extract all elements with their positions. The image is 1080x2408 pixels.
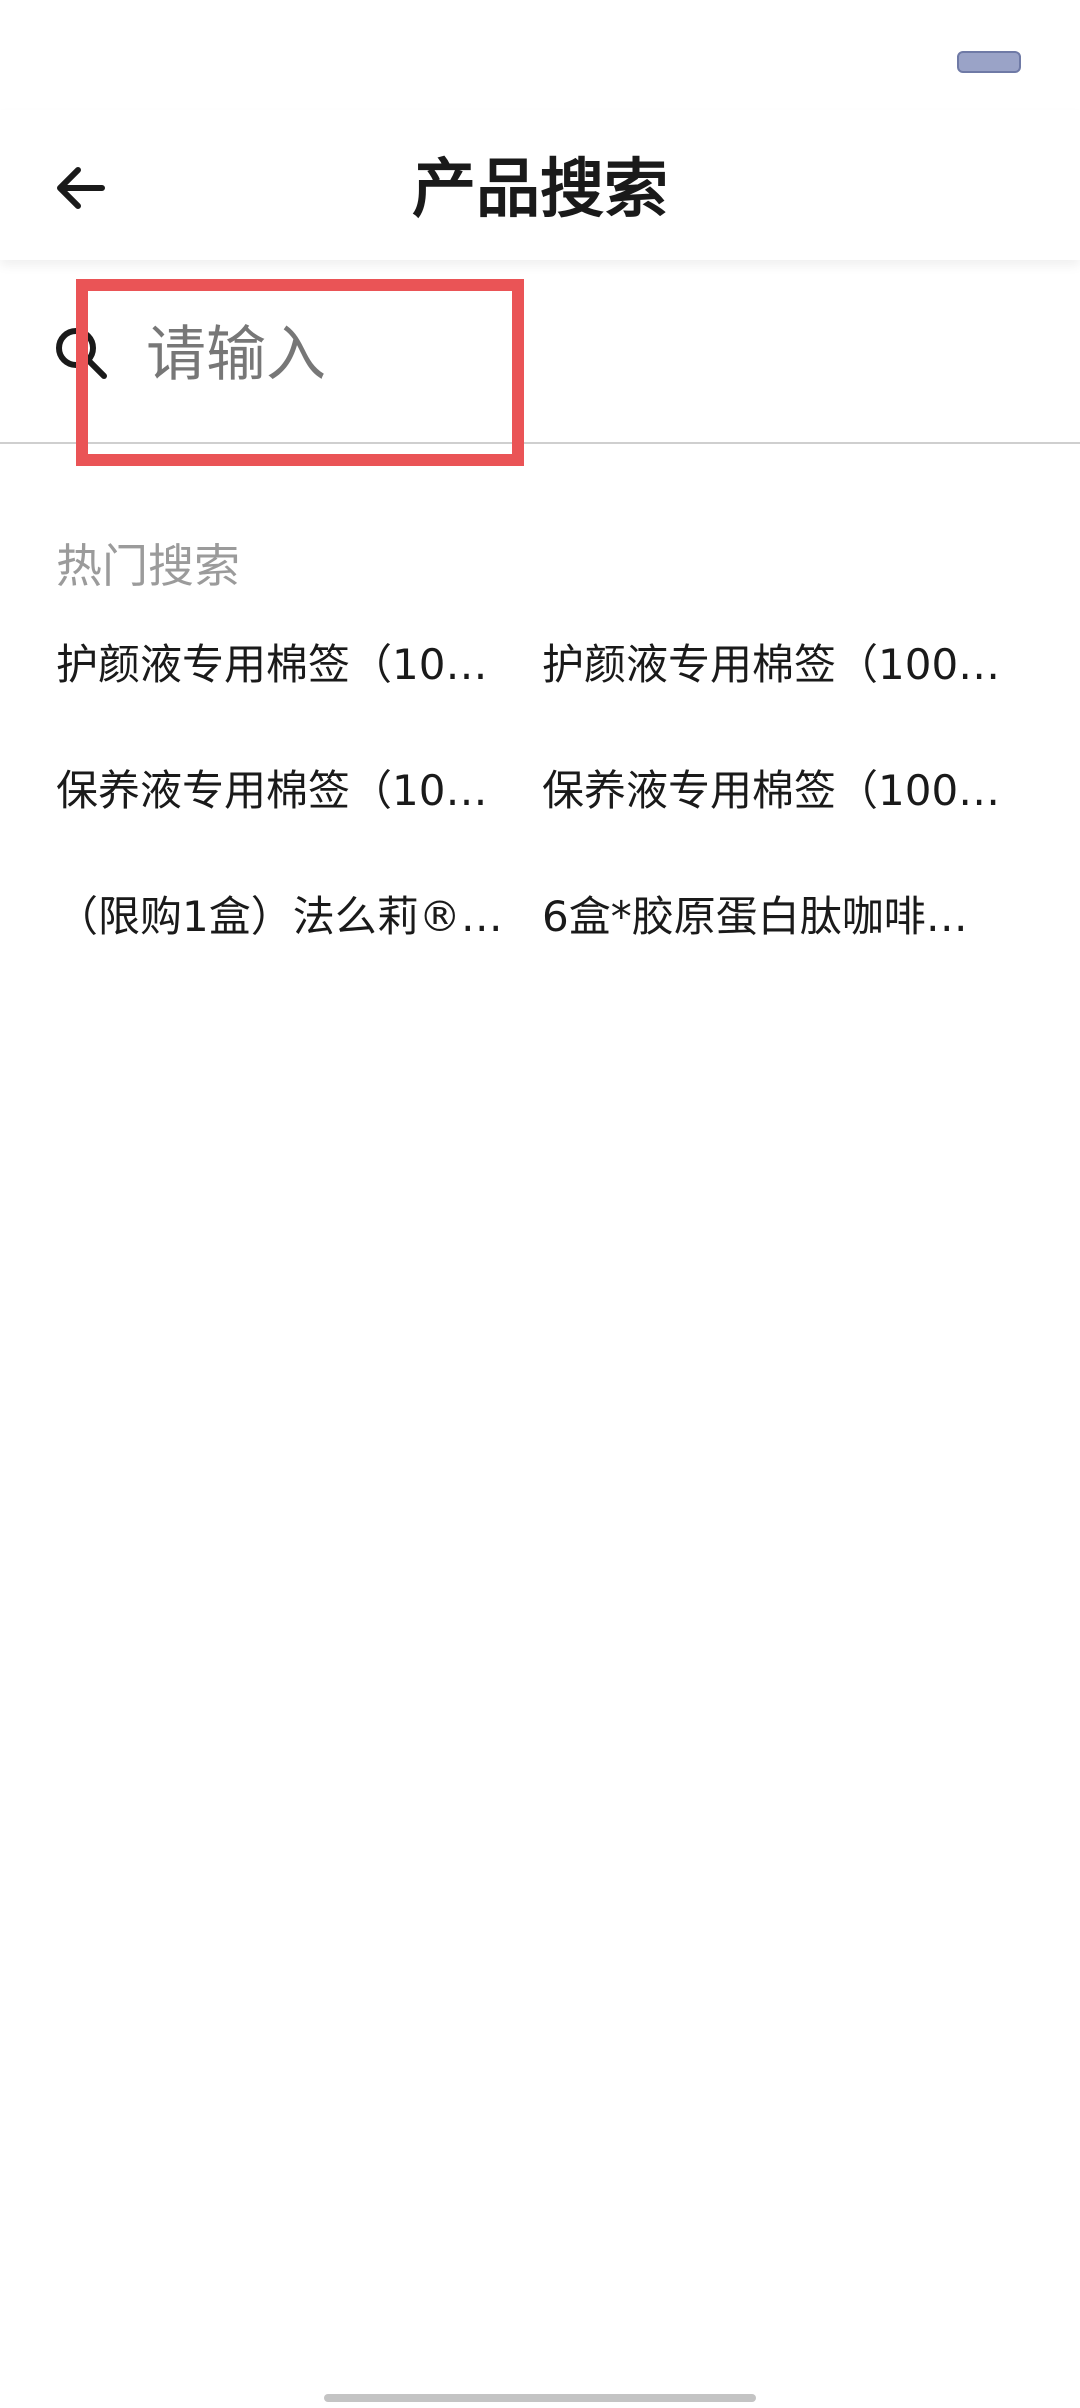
hot-search-item[interactable]: 6盒*胶原蛋白肽咖啡… — [542, 882, 1028, 952]
app-header: 产品搜索 — [0, 110, 1080, 260]
hot-search-item[interactable]: 保养液专用棉签（100… — [542, 756, 1028, 826]
hot-search-item[interactable]: 护颜液专用棉签（10… — [56, 630, 542, 700]
search-bar — [0, 262, 1080, 444]
search-input[interactable] — [146, 310, 1026, 400]
home-indicator[interactable] — [324, 2394, 756, 2402]
status-indicator — [957, 51, 1021, 73]
hot-search-item[interactable]: （限购1盒）法么莉®… — [56, 882, 542, 952]
hot-search-title: 热门搜索 — [56, 539, 240, 593]
hot-search-list: 护颜液专用棉签（10… 护颜液专用棉签（100… 保养液专用棉签（10… 保养液… — [56, 630, 1046, 952]
hot-search-item[interactable]: 保养液专用棉签（10… — [56, 756, 542, 826]
page-title: 产品搜索 — [412, 153, 668, 227]
search-icon — [56, 328, 107, 379]
hot-search-item[interactable]: 护颜液专用棉签（100… — [542, 630, 1028, 700]
